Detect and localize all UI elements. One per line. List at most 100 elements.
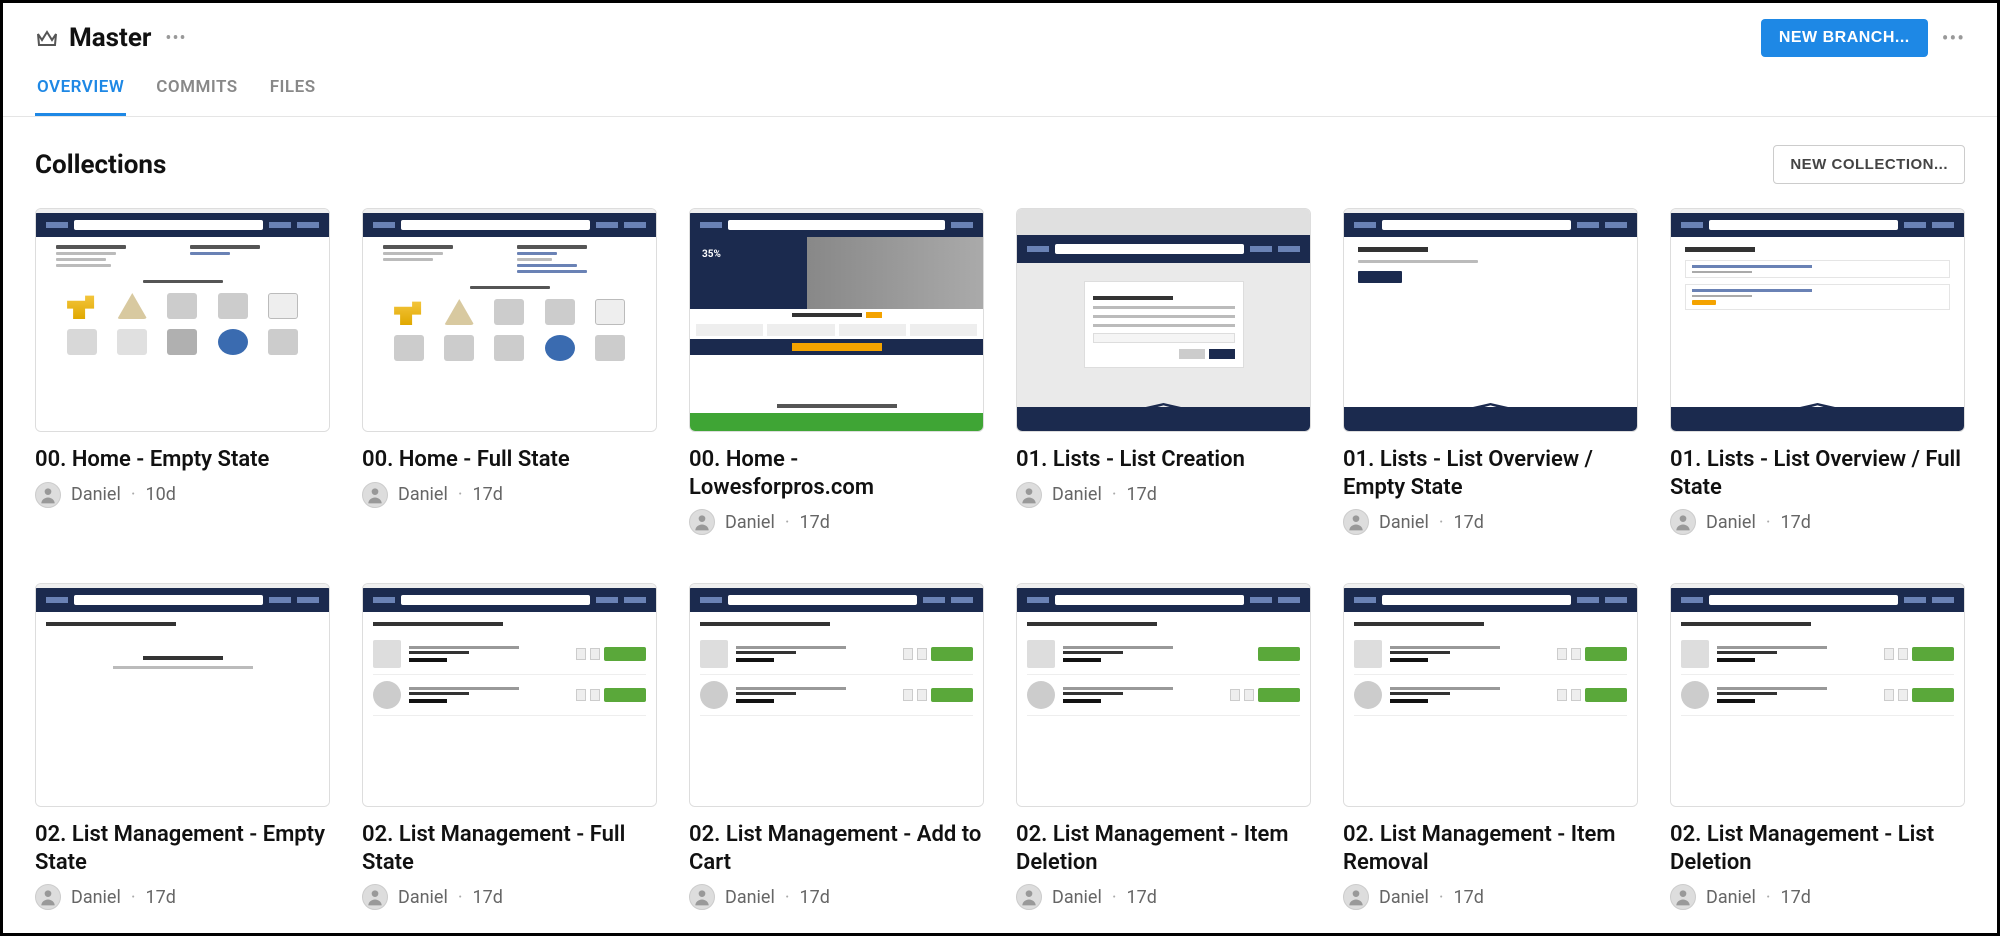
collection-meta: Daniel · 17d xyxy=(35,884,330,910)
collection-age: 17d xyxy=(800,512,830,533)
collection-title: 02. List Management - Item Deletion xyxy=(1016,821,1311,876)
collection-card[interactable]: 00. Home - Empty State Daniel · 10d xyxy=(35,208,330,535)
avatar xyxy=(689,884,715,910)
collection-author: Daniel xyxy=(71,887,121,908)
collection-author: Daniel xyxy=(398,887,448,908)
collection-meta: Daniel · 10d xyxy=(35,482,330,508)
collection-thumbnail xyxy=(1343,583,1638,807)
tabs: OVERVIEW COMMITS FILES xyxy=(3,65,1997,117)
collection-age: 17d xyxy=(473,484,503,505)
avatar xyxy=(1016,884,1042,910)
collection-age: 17d xyxy=(1127,484,1157,505)
collection-thumbnail xyxy=(1343,208,1638,432)
avatar xyxy=(362,884,388,910)
avatar xyxy=(35,884,61,910)
collection-card[interactable]: 02. List Management - Empty State Daniel… xyxy=(35,583,330,910)
avatar xyxy=(1343,884,1369,910)
collection-thumbnail xyxy=(35,208,330,432)
collection-author: Daniel xyxy=(1706,512,1756,533)
page-header: Master ••• NEW BRANCH... ••• xyxy=(3,3,1997,65)
collection-thumbnail xyxy=(1016,583,1311,807)
collection-meta: Daniel · 17d xyxy=(1670,884,1965,910)
separator-dot: · xyxy=(785,887,790,908)
separator-dot: · xyxy=(1766,512,1771,533)
collection-thumbnail xyxy=(1670,208,1965,432)
collection-title: 01. Lists - List Overview / Empty State xyxy=(1343,446,1638,501)
collection-thumbnail xyxy=(689,583,984,807)
separator-dot: · xyxy=(1112,484,1117,505)
avatar xyxy=(1670,884,1696,910)
collection-card[interactable]: 02. List Management - Full State Daniel … xyxy=(362,583,657,910)
collection-title: 02. List Management - Item Removal xyxy=(1343,821,1638,876)
collection-card[interactable]: 02. List Management - Add to Cart Daniel… xyxy=(689,583,984,910)
tab-commits[interactable]: COMMITS xyxy=(154,77,239,116)
collection-meta: Daniel · 17d xyxy=(1016,482,1311,508)
collection-thumbnail xyxy=(35,583,330,807)
collection-age: 17d xyxy=(146,887,176,908)
new-branch-button[interactable]: NEW BRANCH... xyxy=(1761,19,1928,57)
separator-dot: · xyxy=(131,887,136,908)
separator-dot: · xyxy=(1439,887,1444,908)
collection-title: 02. List Management - List Deletion xyxy=(1670,821,1965,876)
collection-age: 17d xyxy=(1454,887,1484,908)
collection-card[interactable]: 01. Lists - List Overview / Full State D… xyxy=(1670,208,1965,535)
collection-card[interactable]: 01. Lists - List Overview / Empty State … xyxy=(1343,208,1638,535)
page-more-icon[interactable]: ••• xyxy=(1942,26,1965,50)
collection-card[interactable]: 02. List Management - Item Deletion Dani… xyxy=(1016,583,1311,910)
avatar xyxy=(1670,509,1696,535)
collection-title: 02. List Management - Add to Cart xyxy=(689,821,984,876)
collection-author: Daniel xyxy=(398,484,448,505)
tab-overview[interactable]: OVERVIEW xyxy=(35,77,126,116)
separator-dot: · xyxy=(458,887,463,908)
collection-age: 17d xyxy=(473,887,503,908)
separator-dot: · xyxy=(458,484,463,505)
collection-thumbnail xyxy=(1670,583,1965,807)
new-collection-button[interactable]: NEW COLLECTION... xyxy=(1773,145,1965,184)
collection-meta: Daniel · 17d xyxy=(689,509,984,535)
collection-title: 02. List Management - Full State xyxy=(362,821,657,876)
collection-card[interactable]: 02. List Management - Item Removal Danie… xyxy=(1343,583,1638,910)
collection-age: 17d xyxy=(800,887,830,908)
collection-meta: Daniel · 17d xyxy=(1670,509,1965,535)
collection-thumbnail xyxy=(362,583,657,807)
collection-card[interactable]: 02. List Management - List Deletion Dani… xyxy=(1670,583,1965,910)
collection-meta: Daniel · 17d xyxy=(362,482,657,508)
crown-icon xyxy=(35,26,59,50)
separator-dot: · xyxy=(1439,512,1444,533)
avatar xyxy=(362,482,388,508)
collection-author: Daniel xyxy=(1379,887,1429,908)
collection-author: Daniel xyxy=(1052,484,1102,505)
collections-grid: 00. Home - Empty State Daniel · 10d xyxy=(3,190,1997,928)
collection-age: 17d xyxy=(1454,512,1484,533)
collection-thumbnail: 35% xyxy=(689,208,984,432)
collection-meta: Daniel · 17d xyxy=(1343,509,1638,535)
separator-dot: · xyxy=(1766,887,1771,908)
collection-age: 17d xyxy=(1781,887,1811,908)
collection-card[interactable]: 35% 00. Home - Lowesforpros.com Daniel ·… xyxy=(689,208,984,535)
branch-title: Master xyxy=(69,23,151,53)
collection-age: 17d xyxy=(1781,512,1811,533)
tab-files[interactable]: FILES xyxy=(268,77,318,116)
separator-dot: · xyxy=(131,484,136,505)
collection-card[interactable]: 00. Home - Full State Daniel · 17d xyxy=(362,208,657,535)
branch-more-icon[interactable]: ••• xyxy=(165,28,186,49)
collection-age: 10d xyxy=(146,484,176,505)
collection-title: 00. Home - Empty State xyxy=(35,446,330,474)
separator-dot: · xyxy=(1112,887,1117,908)
section-title: Collections xyxy=(35,150,166,180)
collection-author: Daniel xyxy=(725,512,775,533)
collection-card[interactable]: 01. Lists - List Creation Daniel · 17d xyxy=(1016,208,1311,535)
collection-title: 00. Home - Lowesforpros.com xyxy=(689,446,984,501)
avatar xyxy=(1016,482,1042,508)
collection-author: Daniel xyxy=(1052,887,1102,908)
collection-author: Daniel xyxy=(1706,887,1756,908)
collection-thumbnail xyxy=(1016,208,1311,432)
collection-title: 01. Lists - List Overview / Full State xyxy=(1670,446,1965,501)
collection-title: 00. Home - Full State xyxy=(362,446,657,474)
section-header: Collections NEW COLLECTION... xyxy=(3,117,1997,190)
collection-age: 17d xyxy=(1127,887,1157,908)
collection-author: Daniel xyxy=(725,887,775,908)
collection-author: Daniel xyxy=(1379,512,1429,533)
avatar xyxy=(1343,509,1369,535)
collection-title: 01. Lists - List Creation xyxy=(1016,446,1311,474)
